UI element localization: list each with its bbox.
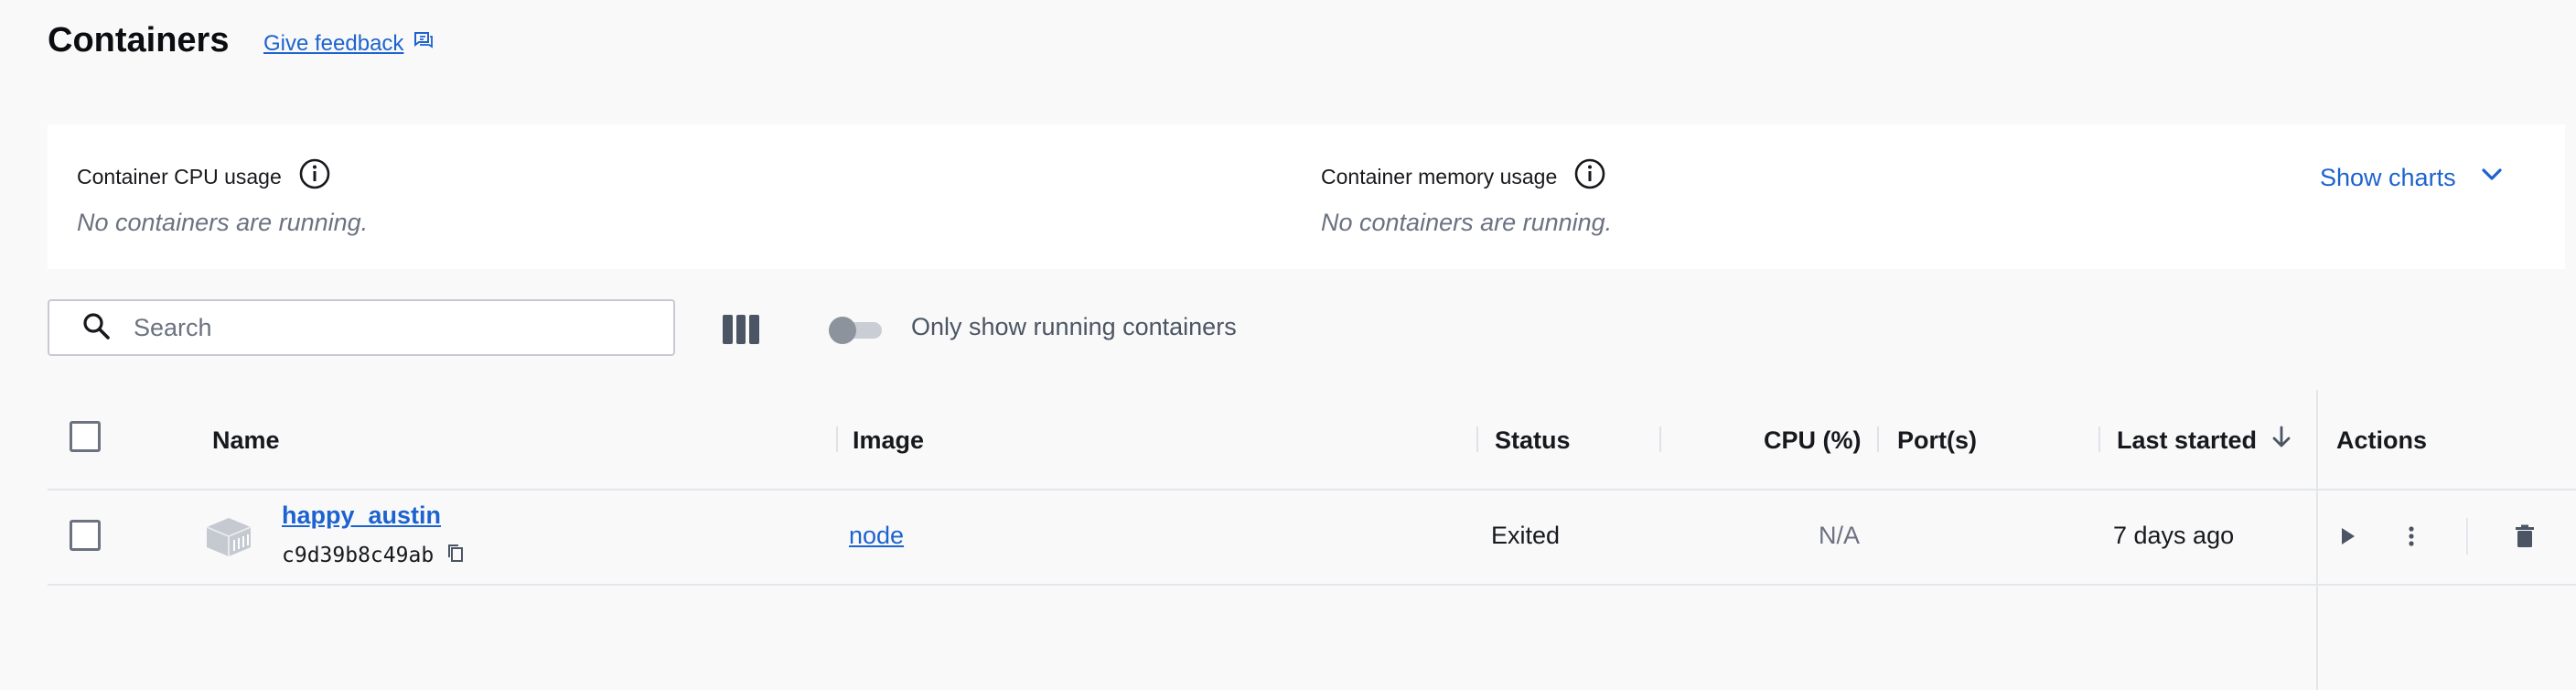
search-icon [49, 310, 132, 346]
arrow-down-icon [2268, 424, 2295, 458]
column-header-name[interactable]: Name [212, 392, 280, 489]
page-title: Containers [48, 21, 230, 59]
column-header-image[interactable]: Image [853, 392, 924, 489]
info-icon[interactable] [298, 157, 331, 196]
column-header-cpu[interactable]: CPU (%) [1764, 392, 1862, 489]
cpu-usage-heading: Container CPU usage [77, 157, 331, 196]
columns-icon[interactable] [723, 315, 760, 344]
cpu-value: N/A [1819, 522, 1861, 549]
container-id-text: c9d39b8c49ab [282, 544, 435, 567]
more-vertical-icon[interactable] [2395, 520, 2428, 553]
table-header: Name Image Status CPU (%) Port(s) Last s… [48, 392, 2576, 491]
column-header-status[interactable]: Status [1495, 392, 1571, 489]
give-feedback-label: Give feedback [263, 30, 404, 56]
info-icon[interactable] [1573, 157, 1606, 196]
container-id: c9d39b8c49ab [282, 542, 467, 569]
last-started-label: Last started [2117, 426, 2258, 454]
memory-usage-title: Container memory usage [1321, 164, 1558, 189]
give-feedback-link[interactable]: Give feedback [263, 29, 435, 58]
column-header-ports[interactable]: Port(s) [1897, 392, 1977, 489]
only-running-toggle[interactable] [829, 317, 884, 344]
cpu-usage-title: Container CPU usage [77, 164, 282, 189]
usage-summary-card: Container CPU usage No containers are ru… [48, 124, 2565, 269]
show-charts-label: Show charts [2320, 164, 2456, 191]
memory-usage-heading: Container memory usage [1321, 157, 1606, 196]
column-header-last-started[interactable]: Last started [2117, 392, 2295, 489]
container-icon [205, 516, 252, 563]
trash-icon[interactable] [2508, 520, 2541, 553]
table-row[interactable]: happy_austin c9d39b8c49ab node Exited N/… [48, 491, 2576, 586]
last-started-value: 7 days ago [2113, 522, 2235, 549]
cpu-usage-empty-text: No containers are running. [77, 209, 369, 236]
show-charts-button[interactable]: Show charts [2320, 161, 2506, 195]
search-field[interactable] [48, 299, 675, 356]
only-running-label: Only show running containers [911, 313, 1237, 340]
feedback-icon [413, 29, 435, 58]
chevron-down-icon [2478, 161, 2506, 195]
play-icon[interactable] [2331, 520, 2364, 553]
status-text: Exited [1491, 522, 1561, 549]
actions-divider [2466, 518, 2468, 555]
container-name-link[interactable]: happy_austin [282, 501, 441, 530]
select-all-checkbox[interactable] [70, 421, 101, 452]
copy-icon[interactable] [445, 542, 467, 569]
column-header-actions: Actions [2336, 426, 2428, 454]
row-checkbox[interactable] [70, 520, 101, 551]
search-input[interactable] [132, 312, 648, 343]
memory-usage-empty-text: No containers are running. [1321, 209, 1613, 236]
image-link[interactable]: node [849, 522, 904, 550]
